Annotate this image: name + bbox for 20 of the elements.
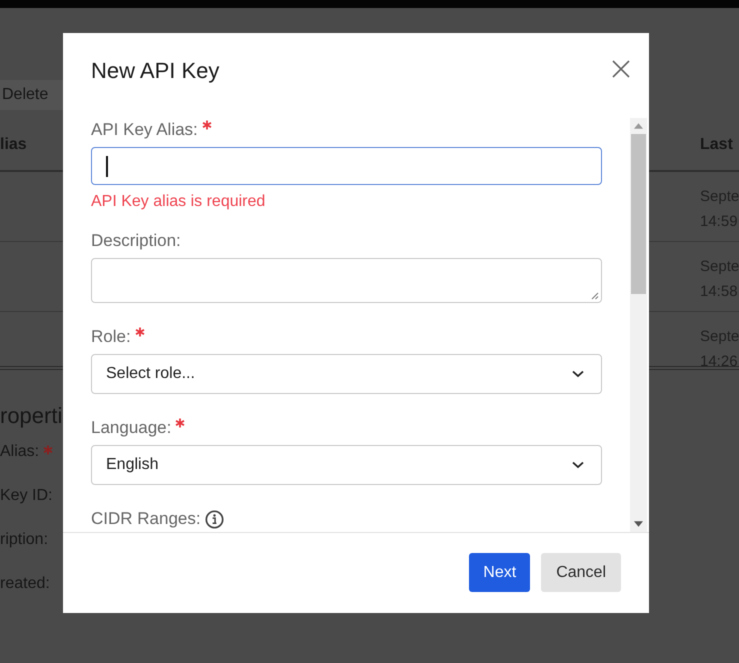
- scroll-up-icon[interactable]: [634, 123, 643, 129]
- field-label: Role:: [91, 327, 131, 347]
- dialog-title: New API Key: [91, 58, 220, 84]
- field-label: Description:: [91, 231, 181, 251]
- resize-handle-icon[interactable]: [591, 292, 599, 300]
- scroll-down-icon[interactable]: [634, 521, 643, 527]
- field-label: CIDR Ranges:: [91, 509, 201, 529]
- field-label: API Key Alias:: [91, 120, 198, 140]
- close-icon[interactable]: [612, 60, 630, 78]
- alias-input-field[interactable]: [91, 147, 602, 185]
- dropdown[interactable]: Select role...: [91, 354, 602, 394]
- chevron-down-icon: [572, 370, 584, 378]
- next-button[interactable]: Next: [469, 553, 530, 592]
- error-message: API Key alias is required: [91, 193, 266, 211]
- dropdown[interactable]: English: [91, 445, 602, 485]
- scrollbar[interactable]: [630, 118, 647, 532]
- info-icon[interactable]: [204, 510, 224, 528]
- chevron-down-icon: [572, 461, 584, 469]
- field-label: Language:: [91, 418, 172, 438]
- cancel-button[interactable]: Cancel: [541, 553, 621, 592]
